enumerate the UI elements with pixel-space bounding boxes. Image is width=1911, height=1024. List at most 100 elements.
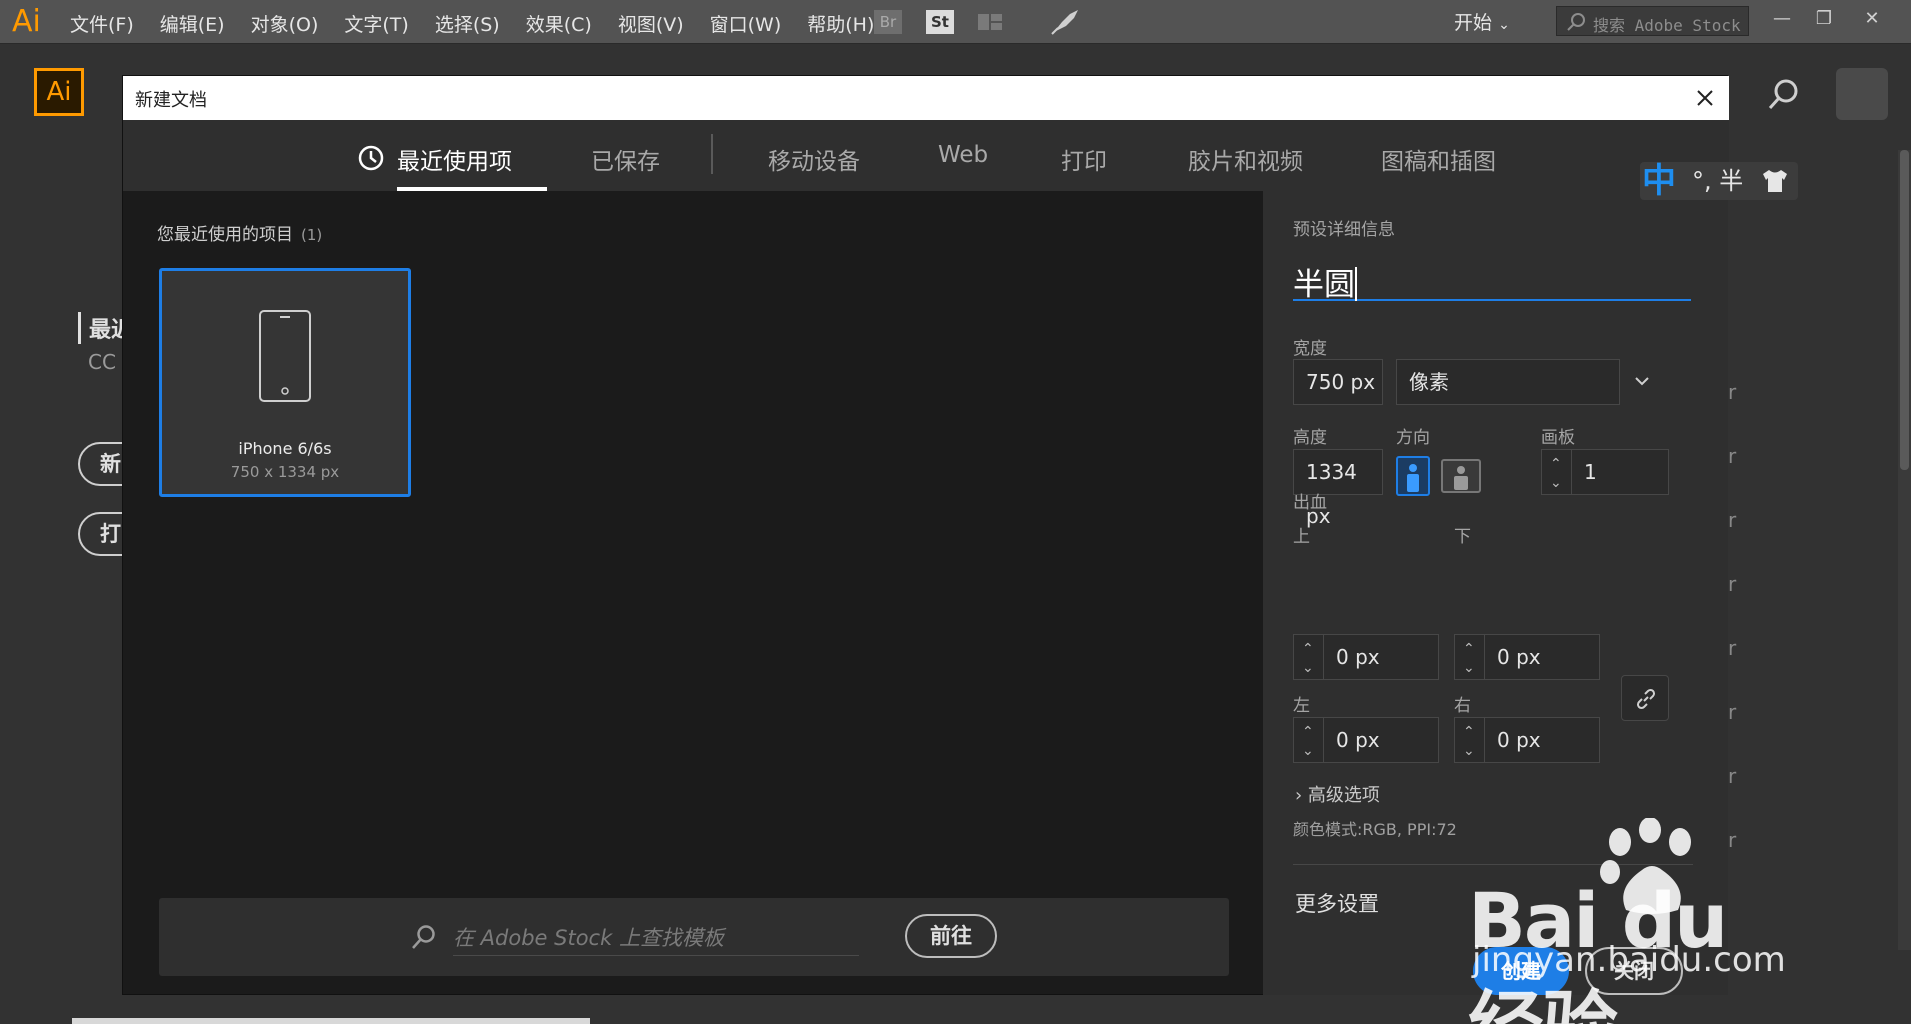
stepper-arrows[interactable]: ⌃ ⌄ bbox=[1455, 718, 1485, 762]
menu-window[interactable]: 窗口(W) bbox=[710, 10, 782, 37]
stepper-arrows[interactable]: ⌃ ⌄ bbox=[1542, 450, 1572, 494]
unit-value: 像素 bbox=[1409, 370, 1449, 394]
dialog-titlebar: 新建文档 bbox=[123, 76, 1729, 120]
bleed-bottom-stepper[interactable]: ⌃ ⌄ 0 px bbox=[1454, 634, 1600, 680]
mobile-device-icon bbox=[259, 310, 311, 402]
gpu-performance-icon[interactable] bbox=[1050, 8, 1080, 36]
home-search-icon[interactable] bbox=[1766, 78, 1800, 112]
menu-bar: Ai 文件(F) 编辑(E) 对象(O) 文字(T) 选择(S) 效果(C) 视… bbox=[0, 0, 1911, 44]
search-placeholder: 搜索 Adobe Stock bbox=[1593, 16, 1741, 35]
arrange-documents-icon[interactable] bbox=[978, 14, 1004, 30]
bleed-top-label: 上 bbox=[1293, 527, 1310, 547]
tab-saved[interactable]: 已保存 bbox=[591, 142, 660, 176]
artboards-value: 1 bbox=[1584, 460, 1597, 484]
home-scrollbar[interactable] bbox=[1898, 150, 1911, 950]
ime-mode-indicator[interactable]: 中 bbox=[1642, 162, 1676, 200]
link-bleed-button[interactable] bbox=[1621, 675, 1669, 721]
home-list-item: r bbox=[1728, 572, 1737, 596]
preset-tab-bar: 最近使用项 已保存 移动设备 Web 打印 胶片和视频 图稿和插图 bbox=[123, 120, 1729, 191]
preset-card-iphone[interactable]: iPhone 6/6s 750 x 1334 px bbox=[159, 268, 411, 497]
baidu-watermark: Bai du 经验 jingyan.baidu.com bbox=[1468, 818, 1808, 1024]
bleed-label: 出血 bbox=[1293, 493, 1327, 513]
height-label: 高度 bbox=[1293, 428, 1327, 448]
go-button[interactable]: 前往 bbox=[905, 914, 997, 958]
recent-count: (1) bbox=[301, 226, 323, 244]
active-tab-indicator bbox=[397, 187, 547, 191]
app-logo: Ai bbox=[12, 4, 41, 39]
watermark-url: jingyan.baidu.com bbox=[1472, 940, 1786, 980]
menu-select[interactable]: 选择(S) bbox=[435, 10, 500, 37]
workspace-switcher[interactable]: 开始 ⌄ bbox=[1454, 8, 1510, 35]
link-icon bbox=[1636, 688, 1656, 710]
window-close-icon[interactable]: ✕ bbox=[1858, 8, 1886, 32]
menu-help[interactable]: 帮助(H) bbox=[807, 10, 874, 37]
more-settings-button[interactable]: 更多设置 bbox=[1295, 888, 1379, 918]
search-icon bbox=[412, 925, 435, 949]
bleed-right-stepper[interactable]: ⌃ ⌄ 0 px bbox=[1454, 717, 1600, 763]
chevron-right-icon: › bbox=[1295, 785, 1308, 806]
dialog-close-icon[interactable] bbox=[1691, 84, 1719, 112]
taskbar-strip bbox=[72, 1018, 590, 1024]
tab-mobile[interactable]: 移动设备 bbox=[768, 142, 860, 176]
color-mode-info: 颜色模式:RGB, PPI:72 bbox=[1293, 820, 1457, 839]
menu-file[interactable]: 文件(F) bbox=[70, 10, 134, 37]
bleed-left-label: 左 bbox=[1293, 696, 1310, 716]
home-list-item: r bbox=[1728, 444, 1737, 468]
dialog-title: 新建文档 bbox=[135, 90, 207, 111]
tab-film-video[interactable]: 胶片和视频 bbox=[1188, 142, 1303, 176]
avatar[interactable] bbox=[1836, 68, 1888, 120]
skin-icon[interactable] bbox=[1760, 168, 1790, 194]
stock-search-input[interactable]: 搜索 Adobe Stock bbox=[1556, 6, 1749, 36]
home-list-item: r bbox=[1728, 700, 1737, 724]
advanced-options-label: 高级选项 bbox=[1307, 785, 1380, 806]
home-app-logo: Ai bbox=[34, 68, 84, 116]
preset-details-heading: 预设详细信息 bbox=[1293, 220, 1395, 240]
bleed-bottom-label: 下 bbox=[1454, 527, 1471, 547]
tab-web[interactable]: Web bbox=[938, 142, 988, 168]
menu-effect[interactable]: 效果(C) bbox=[526, 10, 592, 37]
ime-toolbar: 中 °, 半 bbox=[1640, 162, 1798, 200]
home-cc-label: CC bbox=[88, 350, 116, 374]
stock-button[interactable]: St bbox=[926, 10, 954, 34]
portrait-orientation-icon[interactable] bbox=[1396, 456, 1430, 496]
stepper-arrows[interactable]: ⌃ ⌄ bbox=[1294, 635, 1324, 679]
bleed-top-value: 0 px bbox=[1336, 645, 1380, 669]
tab-divider bbox=[711, 134, 713, 174]
home-list-item: r bbox=[1728, 764, 1737, 788]
home-list-item: r bbox=[1728, 636, 1737, 660]
tab-print[interactable]: 打印 bbox=[1061, 142, 1107, 176]
tab-art-illustration[interactable]: 图稿和插图 bbox=[1381, 142, 1496, 176]
stock-template-search: 在 Adobe Stock 上查找模板 前往 bbox=[159, 898, 1229, 976]
bridge-button[interactable]: Br bbox=[874, 10, 902, 34]
chevron-down-icon: ⌄ bbox=[1498, 17, 1510, 33]
home-list-item: r bbox=[1728, 380, 1737, 404]
unit-select[interactable]: 像素 bbox=[1396, 359, 1649, 405]
menu-edit[interactable]: 编辑(E) bbox=[160, 10, 225, 37]
menu-list: 文件(F) 编辑(E) 对象(O) 文字(T) 选择(S) 效果(C) 视图(V… bbox=[70, 10, 900, 37]
advanced-options-toggle[interactable]: › 高级选项 bbox=[1295, 781, 1380, 807]
bleed-left-stepper[interactable]: ⌃ ⌄ 0 px bbox=[1293, 717, 1439, 763]
recent-heading-label: 您最近使用的项目 bbox=[157, 225, 293, 245]
menu-view[interactable]: 视图(V) bbox=[618, 10, 684, 37]
stock-template-input[interactable]: 在 Adobe Stock 上查找模板 bbox=[453, 918, 859, 956]
menu-object[interactable]: 对象(O) bbox=[251, 10, 319, 37]
artboards-stepper[interactable]: ⌃ ⌄ 1 bbox=[1541, 449, 1669, 495]
search-icon bbox=[1567, 13, 1585, 31]
minimize-icon[interactable]: — bbox=[1768, 8, 1796, 32]
bleed-top-stepper[interactable]: ⌃ ⌄ 0 px bbox=[1293, 634, 1439, 680]
preset-name-input[interactable]: 半圆 bbox=[1293, 259, 1691, 303]
tab-recent[interactable]: 最近使用项 bbox=[397, 142, 512, 176]
scrollbar-thumb[interactable] bbox=[1900, 150, 1909, 470]
width-label: 宽度 bbox=[1293, 339, 1327, 359]
restore-icon[interactable]: ❐ bbox=[1810, 8, 1838, 32]
ime-punctuation-width[interactable]: °, 半 bbox=[1692, 164, 1743, 198]
stepper-arrows[interactable]: ⌃ ⌄ bbox=[1294, 718, 1324, 762]
clock-icon bbox=[358, 145, 384, 171]
landscape-orientation-icon[interactable] bbox=[1441, 459, 1481, 493]
menu-type[interactable]: 文字(T) bbox=[344, 10, 408, 37]
stepper-arrows[interactable]: ⌃ ⌄ bbox=[1455, 635, 1485, 679]
width-input[interactable]: 750 px bbox=[1293, 359, 1383, 405]
preset-card-name: iPhone 6/6s bbox=[238, 439, 332, 458]
bleed-right-label: 右 bbox=[1454, 696, 1471, 716]
artboards-label: 画板 bbox=[1541, 428, 1575, 448]
